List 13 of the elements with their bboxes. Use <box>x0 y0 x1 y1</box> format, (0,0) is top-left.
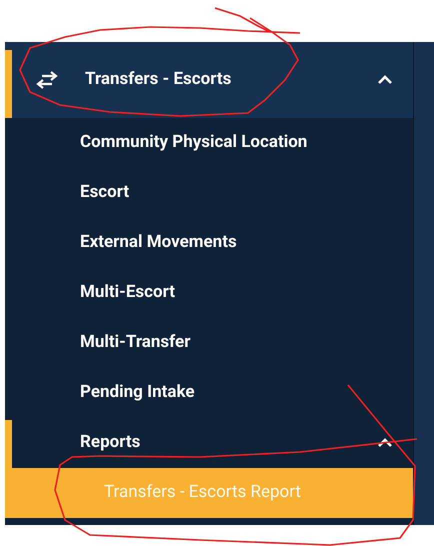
nav-link[interactable]: Multi-Escort <box>80 280 175 306</box>
section-title: Transfers - Escorts <box>85 68 232 92</box>
section-header[interactable]: Transfers - Escorts <box>5 42 413 118</box>
nav-link[interactable]: External Movements <box>80 230 237 256</box>
swap-arrows-icon <box>36 71 58 89</box>
nav-link[interactable]: Escort <box>80 180 130 206</box>
nav-link[interactable]: Community Physical Location <box>80 130 308 156</box>
nav-group-label: Reports <box>80 431 142 454</box>
active-indicator <box>5 50 12 118</box>
nav-link[interactable]: Multi-Transfer <box>80 330 190 356</box>
nav-link[interactable]: Pending Intake <box>80 380 195 406</box>
nav-group-header[interactable]: Reports <box>5 418 413 468</box>
active-indicator <box>5 420 12 468</box>
